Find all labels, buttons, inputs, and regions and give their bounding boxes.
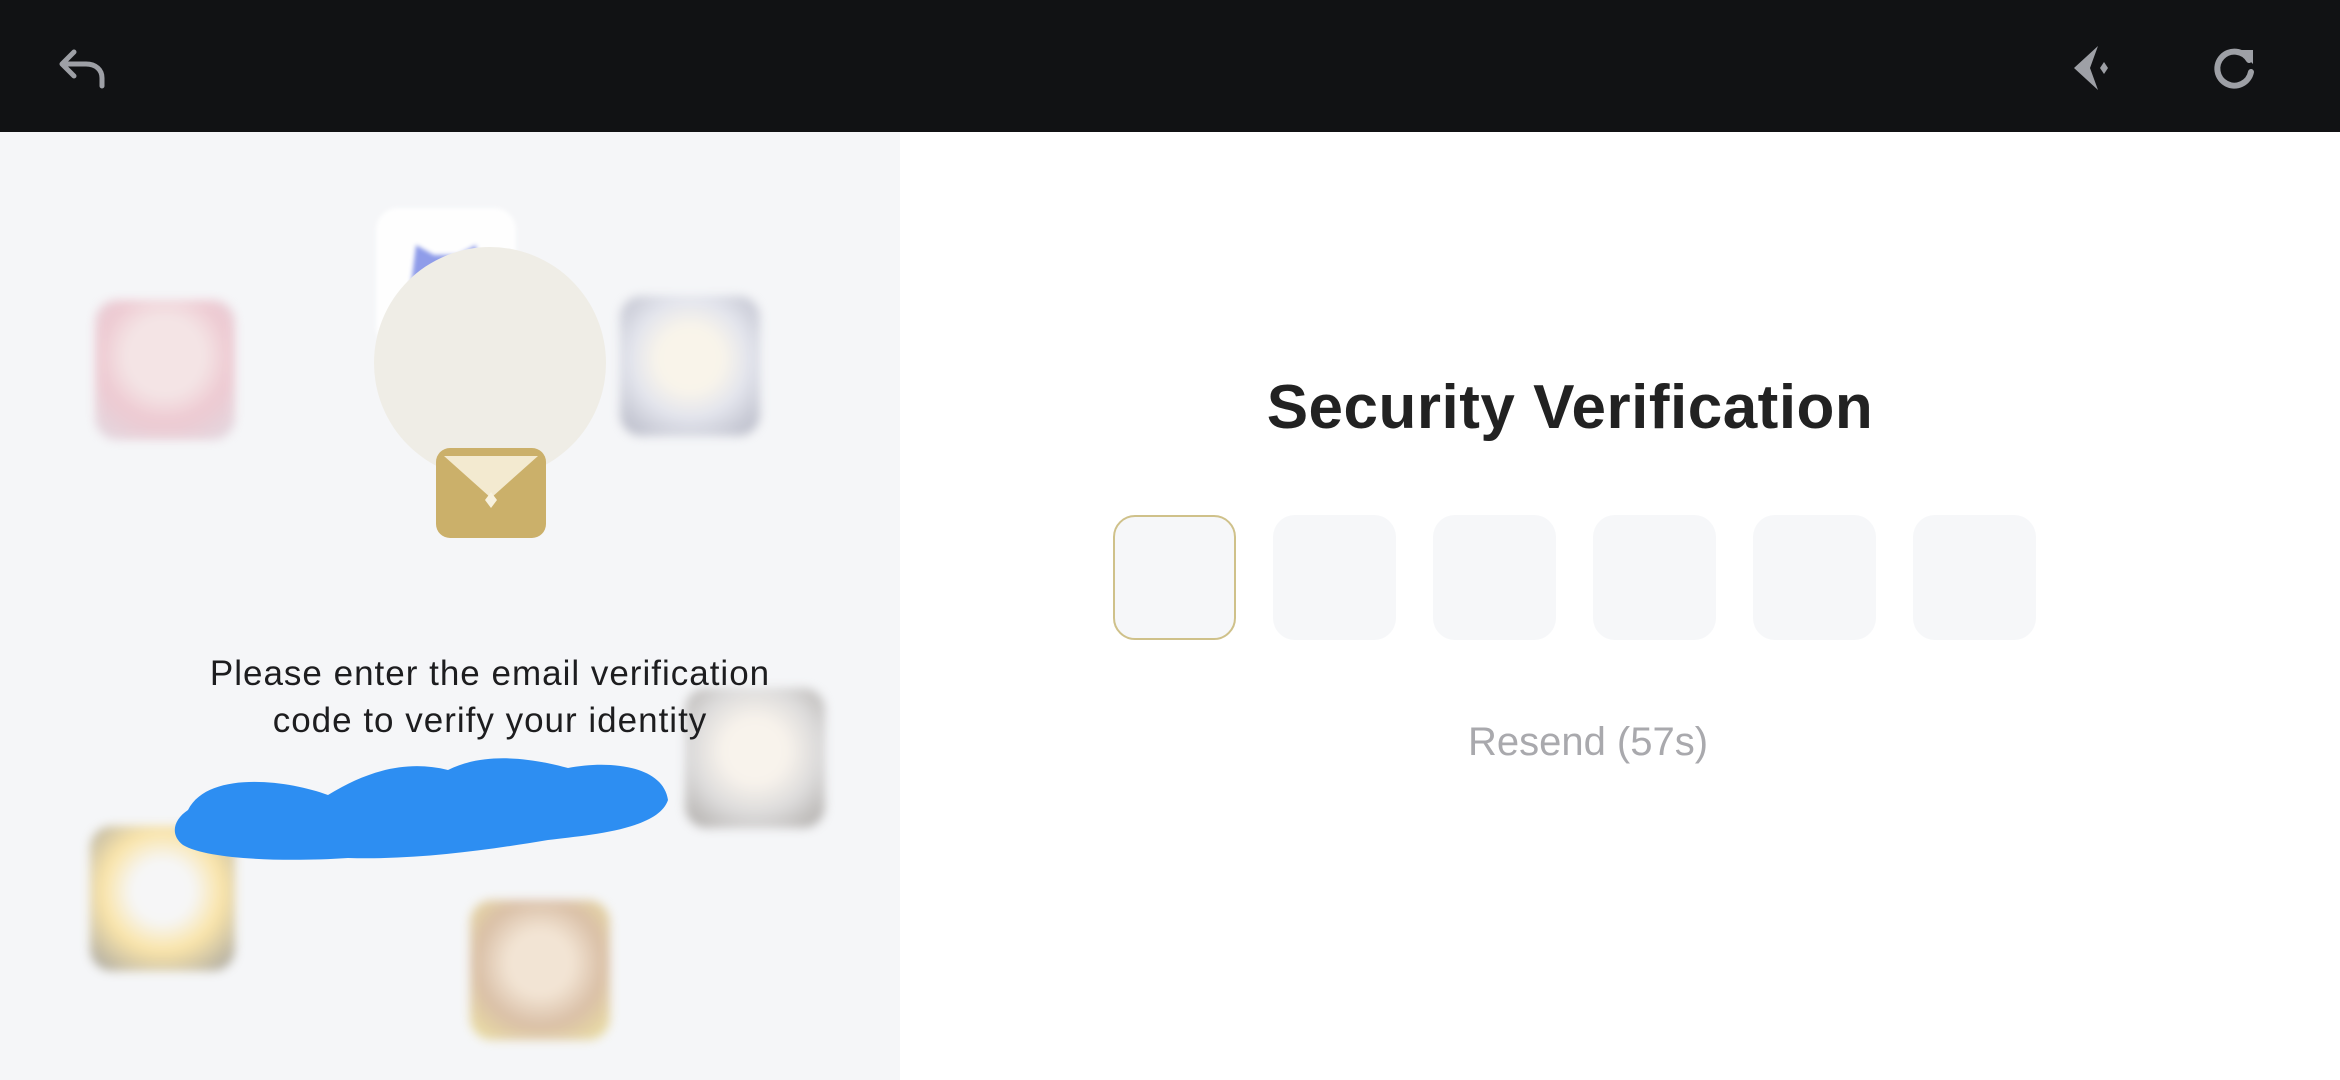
code-digit-1[interactable] bbox=[1113, 515, 1236, 640]
verification-panel: Security Verification Resend (57s) bbox=[900, 132, 2340, 1080]
assistant-button[interactable] bbox=[2058, 36, 2122, 100]
code-digit-4[interactable] bbox=[1593, 515, 1716, 640]
refresh-icon bbox=[2214, 48, 2254, 89]
code-digit-3[interactable] bbox=[1433, 515, 1556, 640]
redacted-email bbox=[174, 758, 668, 860]
code-digit-5[interactable] bbox=[1753, 515, 1876, 640]
back-arrow-icon bbox=[59, 49, 105, 89]
top-bar bbox=[0, 0, 2340, 132]
code-digit-6[interactable] bbox=[1913, 515, 2036, 640]
sparkle-icon bbox=[2074, 46, 2108, 90]
game-avatar-5 bbox=[470, 900, 610, 1040]
code-digit-2[interactable] bbox=[1273, 515, 1396, 640]
back-button[interactable] bbox=[50, 36, 114, 100]
instructions-line-1: Please enter the email verification bbox=[209, 654, 771, 693]
game-avatar-1 bbox=[95, 300, 235, 440]
resend-button[interactable]: Resend (57s) bbox=[900, 720, 2276, 765]
code-input-row bbox=[1113, 515, 2036, 640]
verification-instructions: Please enter the email verification code… bbox=[140, 650, 840, 744]
instructions-line-2: code to verify your identity bbox=[272, 701, 708, 740]
mail-icon-background bbox=[374, 247, 606, 479]
game-avatar-2 bbox=[620, 296, 760, 436]
envelope-icon bbox=[436, 448, 546, 538]
page-title: Security Verification bbox=[1266, 373, 1874, 442]
refresh-button[interactable] bbox=[2203, 36, 2267, 100]
